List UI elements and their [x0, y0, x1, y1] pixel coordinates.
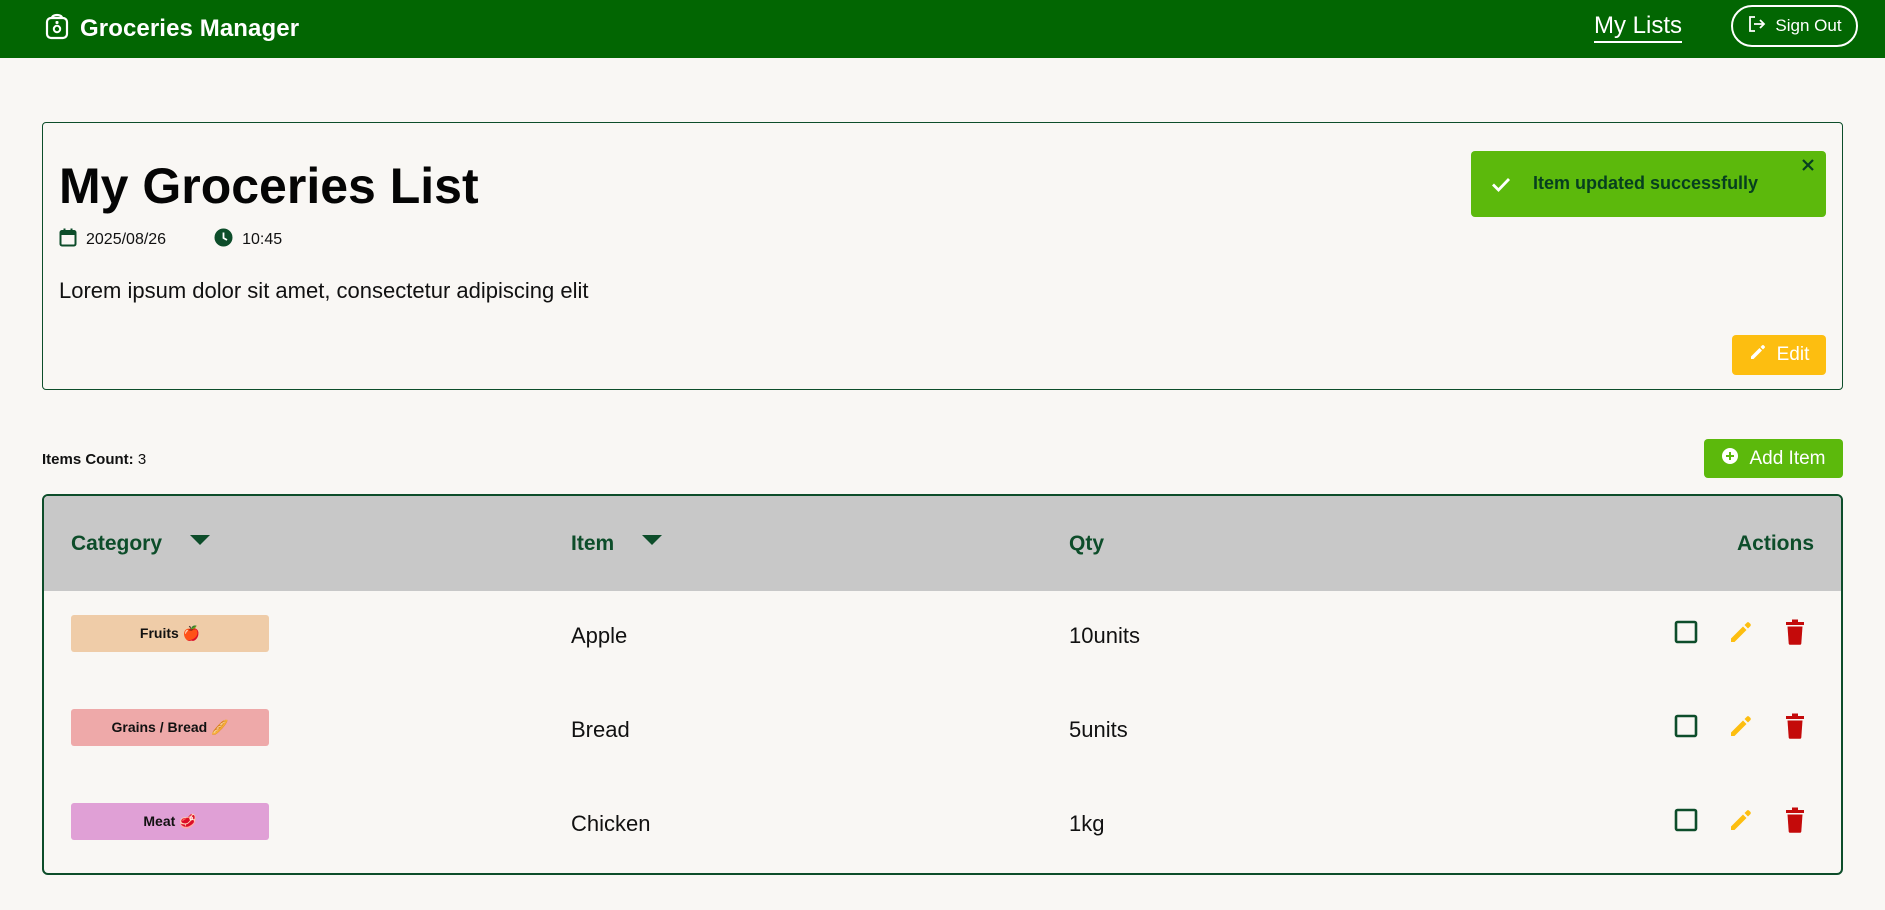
sort-caret-down-icon[interactable]: [190, 535, 211, 545]
grocery-bag-icon: [44, 12, 70, 45]
list-date: 2025/08/26: [59, 228, 166, 252]
plus-circle-icon: [1721, 447, 1739, 471]
item-name: Apple: [571, 623, 628, 648]
items-count-label: Items Count:: [42, 451, 134, 468]
check-icon: [1489, 172, 1513, 201]
column-item[interactable]: Item: [571, 532, 663, 556]
column-category-label: Category: [71, 532, 163, 555]
calendar-icon: [59, 228, 77, 252]
row-actions: [1674, 619, 1806, 645]
category-badge: Meat 🥩: [71, 803, 269, 840]
table-header: Category Item Qty Actions: [44, 496, 1841, 591]
pencil-icon[interactable]: [1728, 619, 1754, 645]
close-icon[interactable]: [1800, 157, 1816, 178]
trash-icon[interactable]: [1784, 619, 1806, 645]
list-date-value: 2025/08/26: [86, 231, 167, 248]
edit-label: Edit: [1776, 344, 1810, 365]
column-qty: Qty: [1069, 532, 1104, 556]
column-item-label: Item: [571, 532, 615, 555]
list-meta: 2025/08/26 10:45: [59, 228, 282, 252]
list-time-value: 10:45: [242, 231, 283, 248]
column-category[interactable]: Category: [71, 532, 211, 556]
list-description: Lorem ipsum dolor sit amet, consectetur …: [59, 278, 589, 303]
clock-icon: [214, 228, 233, 252]
checkbox-icon[interactable]: [1674, 714, 1698, 738]
trash-icon[interactable]: [1784, 807, 1806, 833]
add-item-button[interactable]: Add Item: [1704, 439, 1843, 478]
item-qty: 1kg: [1069, 811, 1105, 836]
trash-icon[interactable]: [1784, 713, 1806, 739]
pencil-icon: [1749, 343, 1767, 367]
groceries-table: Category Item Qty Actions Fruits 🍎 Apple 1…: [42, 494, 1843, 875]
success-toast: Item updated successfully: [1471, 151, 1826, 217]
row-actions: [1674, 807, 1806, 833]
column-qty-label: Qty: [1069, 532, 1105, 555]
sort-caret-down-icon[interactable]: [642, 535, 663, 545]
top-navbar: Groceries Manager My Lists Sign Out: [0, 0, 1885, 58]
column-actions-label: Actions: [1737, 532, 1815, 555]
brand[interactable]: Groceries Manager: [44, 12, 299, 45]
table-row: Grains / Bread 🥖 Bread 5units: [44, 685, 1841, 779]
checkbox-icon[interactable]: [1674, 620, 1698, 644]
item-qty: 5units: [1069, 717, 1128, 742]
item-qty: 10units: [1069, 623, 1140, 648]
category-badge: Fruits 🍎: [71, 615, 269, 652]
edit-list-button[interactable]: Edit: [1732, 335, 1826, 375]
sign-out-label: Sign Out: [1775, 16, 1842, 35]
list-time: 10:45: [214, 228, 282, 252]
item-name: Bread: [571, 717, 630, 742]
column-actions: Actions: [1737, 532, 1814, 556]
items-count: Items Count: 3: [42, 451, 146, 468]
category-badge: Grains / Bread 🥖: [71, 709, 269, 746]
add-item-label: Add Item: [1749, 447, 1826, 469]
pencil-icon[interactable]: [1728, 713, 1754, 739]
table-row: Meat 🥩 Chicken 1kg: [44, 779, 1841, 873]
nav-my-lists[interactable]: My Lists: [1594, 12, 1683, 43]
item-name: Chicken: [571, 811, 651, 836]
sign-out-icon: [1747, 14, 1767, 39]
row-actions: [1674, 713, 1806, 739]
toast-message: Item updated successfully: [1533, 173, 1759, 193]
checkbox-icon[interactable]: [1674, 808, 1698, 832]
brand-title: Groceries Manager: [80, 14, 300, 42]
table-row: Fruits 🍎 Apple 10units: [44, 591, 1841, 685]
sign-out-button[interactable]: Sign Out: [1731, 5, 1858, 47]
items-count-value: 3: [133, 451, 147, 468]
pencil-icon[interactable]: [1728, 807, 1754, 833]
list-title: My Groceries List: [59, 158, 479, 214]
